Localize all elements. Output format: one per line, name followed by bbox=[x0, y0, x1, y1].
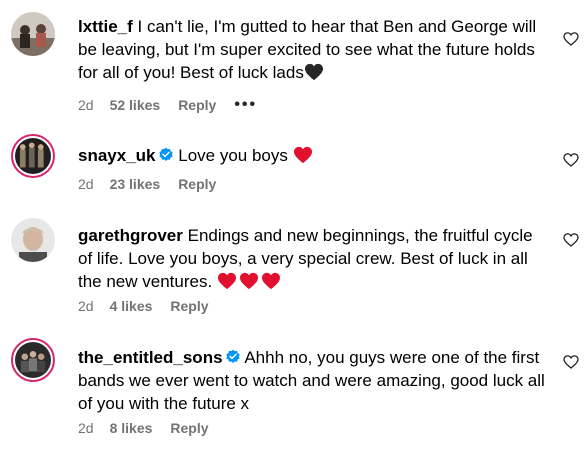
black-heart-icon bbox=[304, 63, 326, 87]
reply-button[interactable]: Reply bbox=[178, 97, 216, 113]
like-heart-icon[interactable] bbox=[563, 152, 579, 168]
comment-age: 2d bbox=[78, 420, 94, 436]
like-heart-icon[interactable] bbox=[563, 232, 579, 248]
comment-body: lxttie_f I can't lie, I'm gutted to hear… bbox=[78, 15, 548, 87]
comment-likes[interactable]: 8 likes bbox=[110, 420, 153, 436]
comment-body: the_entitled_sons Ahhh no, you guys were… bbox=[78, 346, 548, 415]
comment-body: snayx_uk Love you boys bbox=[78, 144, 548, 170]
red-heart-icon bbox=[217, 272, 283, 296]
comment-likes[interactable]: 23 likes bbox=[110, 176, 161, 192]
comment-text: Love you boys bbox=[178, 146, 288, 165]
comment-meta: 2d 52 likes Reply ••• bbox=[78, 96, 257, 114]
avatar[interactable] bbox=[11, 338, 55, 382]
avatar[interactable] bbox=[11, 12, 55, 56]
comment-likes[interactable]: 52 likes bbox=[110, 97, 161, 113]
comment-username[interactable]: snayx_uk bbox=[78, 146, 156, 165]
verified-badge-icon bbox=[225, 349, 241, 365]
comment-body: garethgrover Endings and new beginnings,… bbox=[78, 224, 548, 296]
reply-button[interactable]: Reply bbox=[178, 176, 216, 192]
comment-username[interactable]: lxttie_f bbox=[78, 17, 133, 36]
comment-likes[interactable]: 4 likes bbox=[110, 298, 153, 314]
comment-username[interactable]: garethgrover bbox=[78, 226, 183, 245]
comment-meta: 2d 4 likes Reply bbox=[78, 298, 227, 314]
comment-meta: 2d 23 likes Reply bbox=[78, 176, 234, 192]
like-heart-icon[interactable] bbox=[563, 354, 579, 370]
comment-age: 2d bbox=[78, 97, 94, 113]
more-options-button[interactable]: ••• bbox=[234, 96, 257, 114]
comment-meta: 2d 8 likes Reply bbox=[78, 420, 227, 436]
comment-age: 2d bbox=[78, 298, 94, 314]
reply-button[interactable]: Reply bbox=[170, 420, 208, 436]
comment-username[interactable]: the_entitled_sons bbox=[78, 348, 223, 367]
comment-age: 2d bbox=[78, 176, 94, 192]
red-heart-icon bbox=[293, 146, 315, 170]
avatar[interactable] bbox=[11, 134, 55, 178]
verified-badge-icon bbox=[158, 147, 174, 163]
like-heart-icon[interactable] bbox=[563, 31, 579, 47]
avatar[interactable] bbox=[11, 218, 55, 262]
reply-button[interactable]: Reply bbox=[170, 298, 208, 314]
